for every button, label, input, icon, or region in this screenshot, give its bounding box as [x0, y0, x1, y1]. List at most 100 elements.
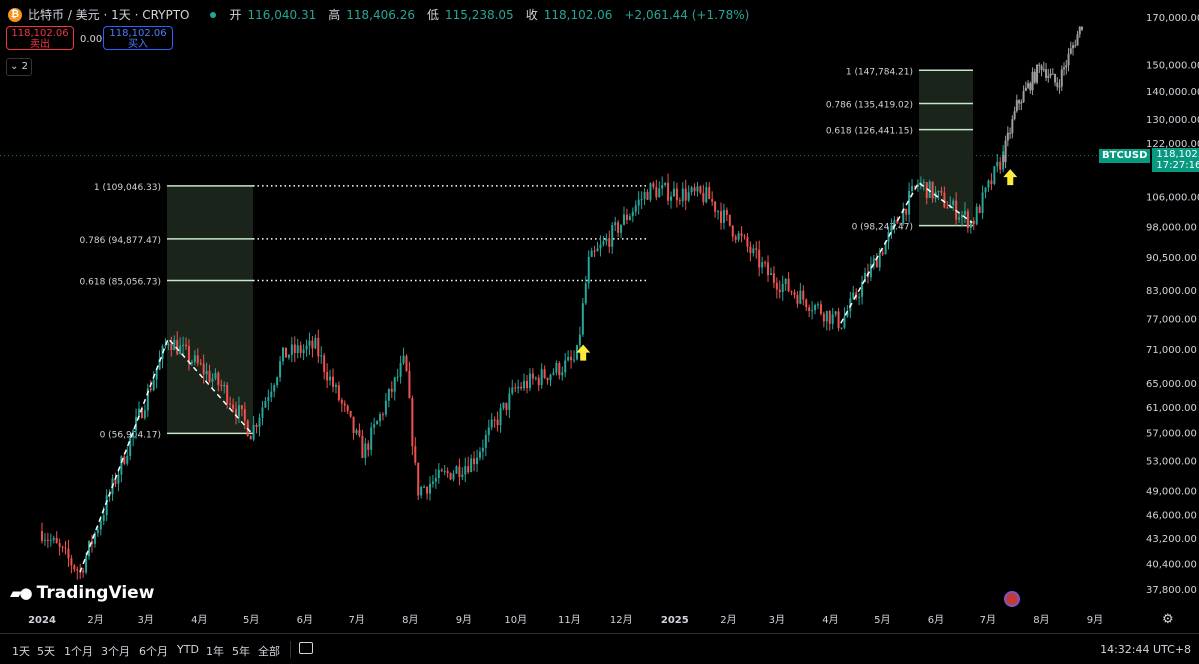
candle-body [993, 166, 996, 184]
candle-body [534, 377, 537, 379]
candle-body [708, 187, 711, 200]
candle-body [802, 290, 805, 300]
candle-body [331, 376, 334, 387]
sell-button[interactable]: 118,102.06 卖出 [6, 26, 74, 50]
y-axis-tick-label: 49,000.00 [1146, 486, 1197, 497]
candle-body [778, 289, 781, 293]
candle-body [293, 344, 296, 353]
x-axis-tick-label: 6月 [928, 614, 944, 626]
chevron-down-icon: ⌄ [10, 61, 19, 72]
candle-body [173, 340, 176, 350]
candle-body [719, 211, 722, 223]
y-axis-tick-label: 43,200.00 [1146, 534, 1197, 545]
candle-body [908, 190, 911, 215]
range-ytd-button[interactable]: YTD [177, 643, 199, 656]
settings-icon[interactable]: ⚙ [1162, 612, 1174, 627]
candle-body [149, 388, 152, 391]
candle-body [546, 377, 549, 381]
candle-body [678, 200, 681, 202]
candle-body [420, 486, 423, 496]
projection-candle-body [1058, 86, 1061, 88]
range-3m-button[interactable]: 3个月 [101, 643, 130, 659]
candle-body [684, 188, 687, 201]
candle-body [334, 385, 337, 387]
candle-body [525, 380, 528, 389]
clock-display[interactable]: 14:32:44 UTC+8 [1100, 643, 1191, 656]
candle-body [282, 347, 285, 362]
candle-body [323, 355, 326, 372]
up-arrow-marker [576, 344, 591, 361]
candle-body [963, 211, 966, 215]
candle-body [761, 262, 764, 268]
buy-button[interactable]: 118,102.06 买入 [103, 26, 173, 50]
candle-body [167, 344, 170, 346]
candle-body [452, 473, 455, 480]
candle-body [73, 565, 76, 570]
candle-body [878, 252, 881, 268]
candle-body [899, 223, 902, 225]
candle-body [693, 187, 696, 192]
calendar-icon[interactable] [299, 642, 313, 654]
y-axis-tick-label: 53,000.00 [1146, 456, 1197, 467]
candle-body [687, 192, 690, 201]
candle-body [840, 327, 843, 329]
candle-body [82, 570, 85, 573]
projection-candle-body [1056, 82, 1059, 87]
candle-body [990, 180, 993, 184]
projection-candle-body [1067, 53, 1070, 66]
candle-body [893, 220, 896, 225]
candle-body [349, 411, 352, 417]
range-1y-button[interactable]: 1年 [206, 643, 224, 659]
range-all-button[interactable]: 全部 [258, 643, 280, 659]
range-6m-button[interactable]: 6个月 [139, 643, 168, 659]
candle-body [755, 248, 758, 250]
range-1m-button[interactable]: 1个月 [64, 643, 93, 659]
candle-body [937, 190, 940, 192]
candle-body [740, 233, 743, 236]
fib-level-label: 0.786 (94,877.47) [80, 236, 161, 246]
range-1d-button[interactable]: 1天 [12, 643, 30, 659]
candle-body [581, 303, 584, 335]
candle-body [155, 369, 158, 380]
candle-body [811, 310, 814, 312]
candle-body [999, 161, 1002, 170]
us-flag-icon[interactable] [1004, 591, 1020, 607]
candle-body [537, 377, 540, 386]
x-axis-tick-label: 12月 [610, 614, 633, 626]
fib-level-label: 0.618 (85,056.73) [80, 277, 161, 287]
bitcoin-icon: ₿ [8, 7, 22, 22]
fib-level-label: 1 (109,046.33) [94, 183, 161, 193]
candle-body [61, 546, 64, 548]
y-axis-tick-label: 140,000.00 [1146, 87, 1199, 98]
y-axis-tick-label: 130,000.00 [1146, 115, 1199, 126]
candle-body [220, 384, 223, 387]
ohlc-low-key: 低 [426, 8, 439, 22]
candle-body [958, 217, 961, 220]
up-arrow-marker [1003, 169, 1018, 186]
candle-body [258, 417, 261, 427]
candle-body [943, 192, 946, 208]
candle-body [637, 199, 640, 206]
candle-body [511, 387, 514, 394]
candle-body [96, 529, 99, 533]
candle-body [396, 376, 399, 378]
candle-body [528, 373, 531, 389]
tradingview-logo[interactable]: ▰● TradingView [10, 583, 154, 603]
candle-body [614, 222, 617, 226]
range-5d-button[interactable]: 5天 [37, 643, 55, 659]
candle-body [675, 188, 678, 201]
price-chart[interactable]: 37,800.00 40,400.00 43,200.00 46,000.00 49,0… [0, 0, 1199, 664]
y-axis-tick-label: 71,000.00 [1146, 345, 1197, 356]
indicators-toggle-button[interactable]: ⌄ 2 [6, 58, 32, 76]
candle-body [455, 466, 458, 474]
candle-body [734, 236, 737, 240]
projection-candle-body [1006, 132, 1009, 141]
candle-body [590, 250, 593, 257]
candle-body [843, 316, 846, 328]
candle-body [940, 190, 943, 193]
price-change: +2,061.44 (+1.78%) [624, 7, 750, 22]
projection-candle-body [1065, 65, 1068, 68]
symbol-title[interactable]: 比特币 / 美元 · 1天 · CRYPTO [28, 6, 190, 23]
projection-candle-body [1038, 64, 1041, 66]
range-5y-button[interactable]: 5年 [232, 643, 250, 659]
